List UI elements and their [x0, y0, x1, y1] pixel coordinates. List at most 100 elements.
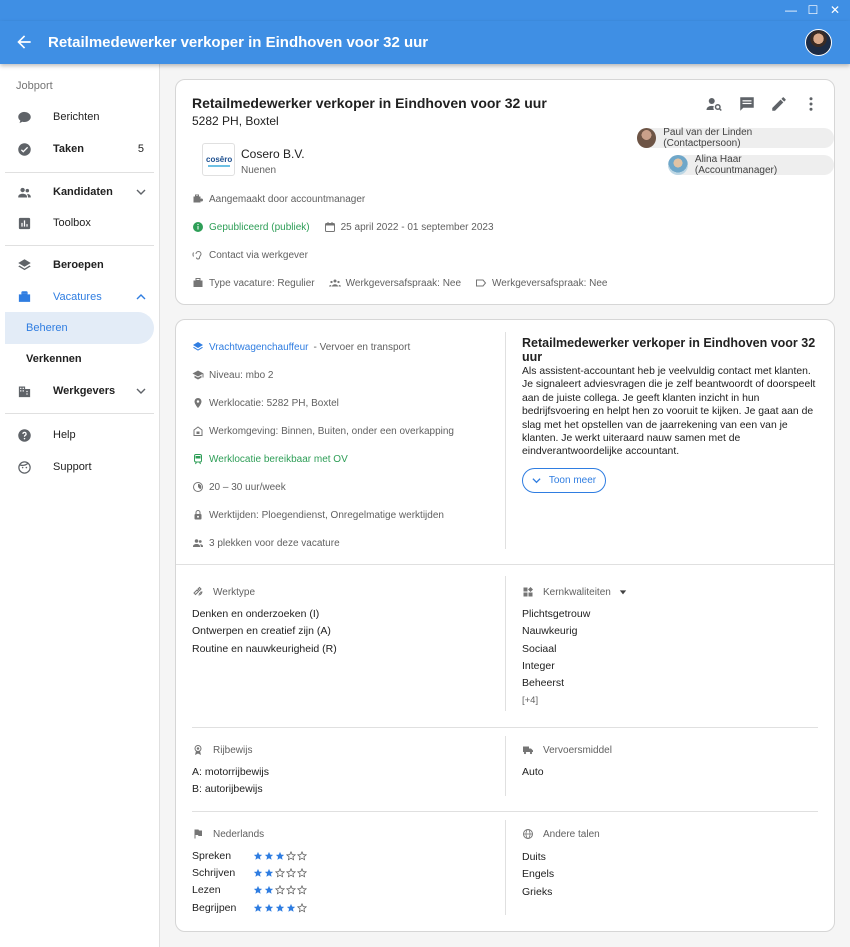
sidebar-item-taken[interactable]: Taken 5	[0, 133, 160, 165]
sidebar-item-kandidaten[interactable]: Kandidaten	[0, 176, 160, 208]
sidebar-item-label: Beroepen	[53, 259, 104, 271]
back-arrow-icon[interactable]	[14, 32, 34, 52]
close-button[interactable]: ✕	[827, 3, 843, 17]
widgets-icon	[523, 587, 533, 597]
column-divider	[505, 820, 506, 915]
werktype-header: Werktype	[192, 586, 255, 598]
face-icon	[18, 461, 31, 474]
list-item: A: motorrijbewijs	[192, 766, 270, 778]
vacancy-type-text: Type vacature: Regulier	[209, 277, 315, 289]
work-location-row: Werklocatie: 5282 PH, Boxtel	[192, 397, 339, 409]
sidebar-divider	[5, 245, 154, 246]
environment-text: Werkomgeving: Binnen, Buiten, onder een …	[209, 425, 454, 437]
list-item: Routine en nauwkeurigheid (R)	[192, 642, 337, 655]
chevron-down-icon	[136, 189, 146, 195]
star-empty-icon	[286, 885, 296, 895]
andere-talen-label: Andere talen	[543, 828, 600, 840]
vervoer-list: Auto	[522, 764, 544, 781]
layers-icon	[193, 342, 203, 351]
kernkwaliteiten-header[interactable]: Kernkwaliteiten	[522, 586, 627, 598]
occupation-link[interactable]: Vrachtwagenchauffeur	[209, 342, 309, 353]
minimize-button[interactable]: —	[783, 3, 799, 17]
kernkwaliteiten-list: Plichtsgetrouw Nauwkeurig Sociaal Intege…	[522, 606, 590, 710]
contact-via-row: Contact via werkgever	[192, 247, 308, 263]
language-skill-row: Begrijpen	[192, 902, 307, 914]
badge-icon	[194, 745, 202, 755]
person-search-icon[interactable]	[705, 95, 723, 113]
werktype-label: Werktype	[213, 586, 256, 598]
contact-avatar	[637, 128, 657, 148]
sidebar-item-support[interactable]: Support	[0, 451, 160, 483]
skill-name: Schrijven	[192, 867, 236, 879]
sidebar-item-vacatures[interactable]: Vacatures	[0, 281, 160, 313]
hours-text: 20 – 30 uur/week	[209, 481, 286, 493]
environment-row: Werkomgeving: Binnen, Buiten, onder een …	[192, 425, 454, 437]
andere-talen-header: Andere talen	[522, 828, 600, 840]
rijbewijs-header: Rijbewijs	[192, 744, 252, 756]
calendar-icon	[324, 222, 335, 232]
section-divider	[176, 564, 834, 565]
work-times-text: Werktijden: Ploegendienst, Onregelmatige…	[209, 509, 444, 521]
message-icon[interactable]	[738, 95, 756, 113]
star-rating	[253, 903, 307, 913]
show-more-button[interactable]: Toon meer	[522, 468, 606, 493]
language-skill-row: Spreken	[192, 850, 307, 862]
star-filled-icon	[264, 885, 274, 894]
star-rating	[253, 885, 307, 895]
home-work-icon	[193, 426, 203, 436]
status-row: Gepubliceerd (publiek) 25 april 2022 - 0…	[192, 219, 494, 235]
star-empty-icon	[275, 885, 285, 895]
edit-pencil-icon[interactable]	[770, 95, 788, 113]
section-divider	[192, 811, 818, 812]
column-divider	[505, 736, 506, 796]
tasks-count-badge: 5	[137, 143, 144, 155]
vacancy-location: 5282 PH, Boxtel	[192, 114, 279, 128]
maximize-button[interactable]: ☐	[805, 3, 821, 17]
sidebar-item-werkgevers[interactable]: Werkgevers	[0, 375, 160, 407]
sidebar-item-label: Toolbox	[53, 217, 91, 229]
vervoer-header: Vervoersmiddel	[522, 744, 612, 756]
contact-name: Alina Haar (Accountmanager)	[694, 154, 778, 176]
star-rating	[253, 851, 307, 861]
timelapse-icon	[193, 482, 203, 492]
user-avatar[interactable]	[805, 29, 832, 56]
star-empty-icon	[286, 851, 296, 861]
star-filled-icon	[286, 903, 296, 912]
list-item: Ontwerpen en creatief zijn (A)	[192, 625, 331, 638]
chevron-up-icon	[136, 294, 146, 300]
list-item: Sociaal	[522, 642, 557, 655]
satellite-icon	[193, 586, 203, 596]
sidebar: Jobport Berichten Taken 5 Kandidaten Too…	[0, 64, 160, 947]
sidebar-subitem-beheren[interactable]: Beheren	[5, 312, 154, 344]
occupation-row: Vrachtwagenchauffeur - Vervoer en transp…	[192, 341, 410, 353]
language-skill-row: Schrijven	[192, 867, 307, 879]
period-text: 25 april 2022 - 01 september 2023	[340, 221, 494, 233]
sidebar-subitem-verkennen[interactable]: Verkennen	[5, 343, 154, 375]
contact-via-text: Contact via werkgever	[209, 249, 308, 261]
section-divider	[192, 727, 818, 728]
skill-name: Begrijpen	[192, 902, 237, 914]
places-row: 3 plekken voor deze vacature	[192, 537, 340, 549]
contact-chip-contactpersoon[interactable]: Paul van der Linden (Contactpersoon)	[637, 127, 834, 149]
dropdown-arrow-icon	[619, 590, 627, 595]
list-item: Duits	[522, 851, 546, 863]
layers-icon	[18, 259, 31, 271]
company-logo: cosêro	[202, 143, 235, 176]
more-vertical-icon[interactable]	[802, 95, 820, 113]
list-item: Integer	[522, 659, 555, 672]
people-icon	[193, 539, 203, 547]
sidebar-item-label: Vacatures	[53, 291, 102, 303]
sidebar-item-beroepen[interactable]: Beroepen	[0, 249, 160, 281]
company-name[interactable]: Cosero B.V.	[241, 147, 305, 161]
ov-row: Werklocatie bereikbaar met OV	[192, 453, 348, 465]
language-skill-row: Lezen	[192, 884, 307, 896]
list-item: Denken en onderzoeken (I)	[192, 608, 320, 620]
contact-chip-accountmanager[interactable]: Alina Haar (Accountmanager)	[668, 154, 834, 176]
lock-clock-icon	[194, 510, 202, 520]
more-qualities-link[interactable]: [+4]	[522, 692, 590, 709]
sidebar-item-toolbox[interactable]: Toolbox	[0, 207, 160, 239]
page-title: Retailmedewerker verkoper in Eindhoven v…	[48, 34, 429, 51]
sidebar-item-help[interactable]: Help	[0, 419, 160, 451]
star-filled-icon	[264, 903, 274, 912]
sidebar-item-berichten[interactable]: Berichten	[0, 101, 160, 133]
